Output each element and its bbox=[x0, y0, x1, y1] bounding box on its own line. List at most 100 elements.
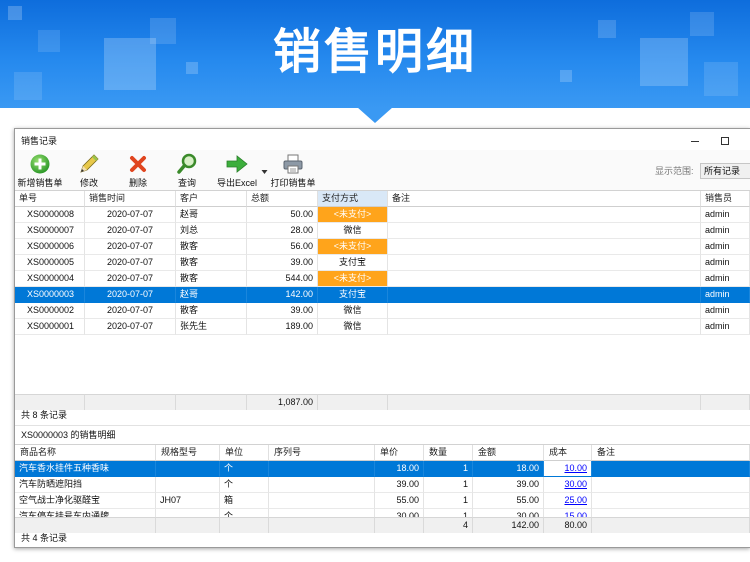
table-row[interactable]: XS0000004 2020-07-07 散客 544.00 <未支付> admin bbox=[15, 271, 750, 287]
column-header-quantity[interactable]: 数量 bbox=[424, 445, 473, 461]
cell-serial-number bbox=[269, 461, 375, 477]
table-row[interactable]: XS0000008 2020-07-07 赵哥 50.00 <未支付> admin bbox=[15, 207, 750, 223]
cell-cost[interactable]: 25.00 bbox=[544, 493, 592, 509]
cell-payment-method: 支付宝 bbox=[318, 255, 388, 271]
footer-quantity: 4 bbox=[424, 517, 473, 533]
cell-note bbox=[388, 287, 701, 303]
cell-customer: 散客 bbox=[176, 239, 247, 255]
table-row[interactable]: 汽车防晒遮阳挡个 39.00 1 39.00 30.00 bbox=[15, 477, 750, 493]
export-excel-button[interactable]: 导出Excel bbox=[211, 150, 263, 190]
cell-customer: 张先生 bbox=[176, 319, 247, 335]
cell-sale-time: 2020-07-07 bbox=[85, 207, 176, 223]
column-header-spec-model[interactable]: 规格型号 bbox=[156, 445, 220, 461]
cell-cost[interactable]: 15.00 bbox=[544, 509, 592, 517]
panel-splitter[interactable] bbox=[15, 425, 750, 426]
cell-customer: 散客 bbox=[176, 255, 247, 271]
cell-serial-number bbox=[269, 509, 375, 517]
cell-quantity: 1 bbox=[424, 493, 473, 509]
cell-sale-time: 2020-07-07 bbox=[85, 303, 176, 319]
minimize-button[interactable] bbox=[687, 133, 703, 149]
column-header-customer[interactable]: 客户 bbox=[176, 191, 247, 207]
column-header-order-number[interactable]: 单号 bbox=[15, 191, 85, 207]
cell-salesperson: admin bbox=[701, 255, 750, 271]
cell-quantity: 1 bbox=[424, 509, 473, 517]
cell-note bbox=[592, 477, 750, 493]
cell-note bbox=[388, 255, 701, 271]
cell-total-amount: 56.00 bbox=[247, 239, 318, 255]
column-header-payment-method[interactable]: 支付方式 bbox=[318, 191, 388, 207]
cell-payment-method: <未支付> bbox=[318, 207, 388, 223]
cell-payment-method: <未支付> bbox=[318, 271, 388, 287]
cell-order-number: XS0000004 bbox=[15, 271, 85, 287]
cell-total-amount: 28.00 bbox=[247, 223, 318, 239]
cell-total-amount: 142.00 bbox=[247, 287, 318, 303]
cell-unit-price: 18.00 bbox=[375, 461, 424, 477]
column-header-total-amount[interactable]: 总额 bbox=[247, 191, 318, 207]
print-sales-order-label: 打印销售单 bbox=[270, 178, 316, 188]
cell-spec-model bbox=[156, 461, 220, 477]
table-row[interactable]: XS0000007 2020-07-07 刘总 28.00 微信 admin bbox=[15, 223, 750, 239]
cell-cost[interactable]: 30.00 bbox=[544, 477, 592, 493]
cell-spec-model bbox=[156, 509, 220, 517]
table-row[interactable]: XS0000006 2020-07-07 散客 56.00 <未支付> admin bbox=[15, 239, 750, 255]
cell-amount: 55.00 bbox=[473, 493, 544, 509]
cell-quantity: 1 bbox=[424, 461, 473, 477]
cell-note bbox=[388, 271, 701, 287]
cell-total-amount: 50.00 bbox=[247, 207, 318, 223]
column-header-product-name[interactable]: 商品名称 bbox=[15, 445, 156, 461]
window-title: 销售记录 bbox=[21, 136, 58, 146]
sales-detail-table: 商品名称 规格型号 单位 序列号 单价 数量 金额 成本 备注 汽车香水挂件五种香味个 18.00 1… bbox=[15, 444, 750, 533]
print-sales-order-button[interactable]: 打印销售单 bbox=[267, 150, 319, 190]
cell-payment-method: <未支付> bbox=[318, 239, 388, 255]
display-range-value: 所有记录 bbox=[704, 166, 741, 176]
footer-cell bbox=[318, 394, 388, 410]
cell-customer: 赵哥 bbox=[176, 207, 247, 223]
detail-record-count: 共 4 条记录 bbox=[21, 533, 68, 543]
display-range-select[interactable]: 所有记录 bbox=[700, 163, 750, 179]
table-row[interactable]: XS0000003 2020-07-07 赵哥 142.00 支付宝 admin bbox=[15, 287, 750, 303]
column-header-unit-price[interactable]: 单价 bbox=[375, 445, 424, 461]
footer-cell bbox=[269, 517, 375, 533]
column-header-serial-number[interactable]: 序列号 bbox=[269, 445, 375, 461]
maximize-button[interactable] bbox=[717, 133, 733, 149]
cell-salesperson: admin bbox=[701, 207, 750, 223]
column-header-sale-time[interactable]: 销售时间 bbox=[85, 191, 176, 207]
column-header-salesperson[interactable]: 销售员 bbox=[701, 191, 750, 207]
cell-payment-method: 微信 bbox=[318, 223, 388, 239]
cell-serial-number bbox=[269, 477, 375, 493]
cell-spec-model bbox=[156, 477, 220, 493]
sales-record-count: 共 8 条记录 bbox=[21, 410, 68, 420]
footer-cell bbox=[220, 517, 269, 533]
cell-total-amount: 189.00 bbox=[247, 319, 318, 335]
cell-order-number: XS0000003 bbox=[15, 287, 85, 303]
cell-customer: 赵哥 bbox=[176, 287, 247, 303]
cell-amount: 18.00 bbox=[473, 461, 544, 477]
cell-product-name: 汽车防晒遮阳挡 bbox=[15, 477, 156, 493]
table-row[interactable]: XS0000005 2020-07-07 散客 39.00 支付宝 admin bbox=[15, 255, 750, 271]
column-header-note[interactable]: 备注 bbox=[388, 191, 701, 207]
column-header-cost[interactable]: 成本 bbox=[544, 445, 592, 461]
column-header-amount[interactable]: 金额 bbox=[473, 445, 544, 461]
table-row[interactable]: 汽车停车挂号车内通牌个 30.00 1 30.00 15.00 bbox=[15, 509, 750, 517]
minimize-icon bbox=[691, 141, 699, 142]
sales-record-window: 销售记录 新增销售单 修改 删除 查询 导出Excel 打印销售单 显示范围: … bbox=[14, 128, 750, 548]
cell-sale-time: 2020-07-07 bbox=[85, 319, 176, 335]
cell-total-amount: 39.00 bbox=[247, 303, 318, 319]
cell-cost[interactable]: 10.00 bbox=[544, 461, 592, 477]
footer-cell bbox=[388, 394, 701, 410]
column-header-unit[interactable]: 单位 bbox=[220, 445, 269, 461]
column-header-note[interactable]: 备注 bbox=[592, 445, 750, 461]
cell-note bbox=[592, 493, 750, 509]
table-row[interactable]: 空气战士净化驱醛宝 JH07 箱 55.00 1 55.00 25.00 bbox=[15, 493, 750, 509]
table-row[interactable]: XS0000002 2020-07-07 散客 39.00 微信 admin bbox=[15, 303, 750, 319]
cell-note bbox=[388, 207, 701, 223]
table-row[interactable]: 汽车香水挂件五种香味个 18.00 1 18.00 10.00 bbox=[15, 461, 750, 477]
table-row[interactable]: XS0000001 2020-07-07 张先生 189.00 微信 admin bbox=[15, 319, 750, 335]
page: 销售明细 销售记录 新增销售单 修改 删除 查询 导出Excel 打印销售单 显… bbox=[0, 0, 750, 562]
cell-total-amount: 544.00 bbox=[247, 271, 318, 287]
cell-salesperson: admin bbox=[701, 287, 750, 303]
cell-salesperson: admin bbox=[701, 319, 750, 335]
cell-order-number: XS0000008 bbox=[15, 207, 85, 223]
cell-order-number: XS0000002 bbox=[15, 303, 85, 319]
cell-salesperson: admin bbox=[701, 271, 750, 287]
